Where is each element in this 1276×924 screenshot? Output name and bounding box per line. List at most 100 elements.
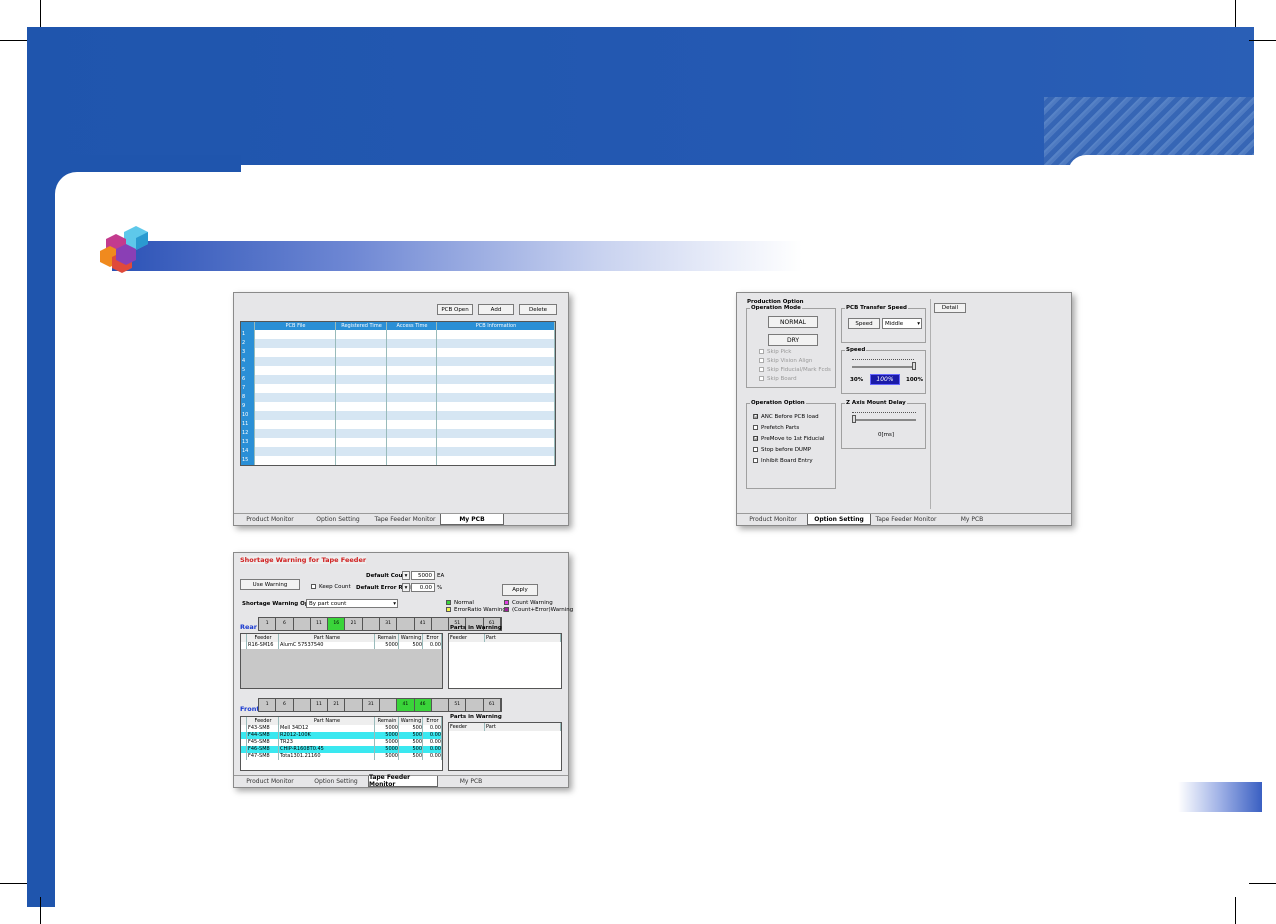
table-row[interactable]: 3 (241, 348, 555, 357)
feeder-slot[interactable]: 21 (345, 618, 363, 630)
column-header[interactable]: PCB Information (437, 322, 555, 330)
table-row[interactable]: 13 (241, 438, 555, 447)
tab-option-setting[interactable]: Option Setting (304, 776, 368, 787)
tab-my-pcb[interactable]: My PCB (440, 776, 502, 787)
table-row[interactable]: F46-SM8 CHIP-R1608T0.45 5000 500 0.00 (241, 746, 442, 753)
table-row[interactable]: 15 (241, 456, 555, 465)
feeder-slot[interactable] (294, 699, 311, 711)
column-header[interactable]: Feeder (247, 717, 279, 725)
column-header[interactable]: Registered Time (336, 322, 387, 330)
use-warning-button[interactable]: Use Warning (240, 579, 300, 590)
feeder-slot[interactable]: 6 (276, 699, 294, 711)
default-error-dropdown[interactable]: ▾ (402, 583, 410, 592)
speed-button[interactable]: Speed (848, 318, 880, 329)
feeder-slot[interactable] (432, 618, 450, 630)
default-error-input[interactable]: 0.00 (411, 583, 435, 592)
delete-button[interactable]: Delete (519, 304, 557, 315)
transfer-speed-select[interactable]: Middle ▾ (882, 318, 922, 329)
detail-button[interactable]: Detail (934, 303, 966, 313)
apply-button[interactable]: Apply (502, 584, 538, 596)
tab-product-monitor[interactable]: Product Monitor (741, 514, 805, 525)
table-row[interactable]: F44-SM8 R2012-100K 5000 500 0.00 (241, 732, 442, 739)
feeder-slot[interactable] (345, 699, 363, 711)
speed-slider-thumb[interactable] (912, 362, 916, 370)
feeder-slot[interactable]: 41 (397, 699, 415, 711)
column-header[interactable]: Error (423, 634, 442, 642)
feeder-slot[interactable] (432, 699, 450, 711)
feeder-slot[interactable]: 61 (484, 699, 501, 711)
table-row[interactable]: 6 (241, 375, 555, 384)
tab-tape-feeder-monitor[interactable]: Tape Feeder Monitor (372, 514, 438, 525)
skip-vision-align-checkbox[interactable]: Skip Vision Align (759, 358, 812, 364)
skip-fiducial-checkbox[interactable]: Skip Fiducial/Mark Fcds (759, 367, 831, 373)
feeder-slot[interactable]: 11 (311, 699, 329, 711)
warning-option-select[interactable]: By part count ▾ (306, 599, 398, 608)
premove-fiducial-checkbox[interactable]: ☑ PreMove to 1st Fiducial (753, 436, 825, 442)
front-feeder-table[interactable]: Feeder Part Name Remain Warning Error F4… (240, 716, 443, 771)
table-row[interactable]: 10 (241, 411, 555, 420)
column-header[interactable]: Remain (375, 634, 399, 642)
delay-slider-thumb[interactable] (852, 415, 856, 423)
table-row[interactable]: 12 (241, 429, 555, 438)
front-feeder-strip[interactable]: 1 6 11 21 31 41 46 51 61 (258, 698, 502, 712)
tab-tape-feeder-monitor[interactable]: Tape Feeder Monitor (873, 514, 939, 525)
speed-slider-track[interactable] (852, 366, 914, 368)
dry-mode-button[interactable]: DRY (768, 334, 818, 346)
column-header[interactable]: Access Time (387, 322, 437, 330)
anc-before-pcb-load-checkbox[interactable]: ☑ ANC Before PCB load (753, 414, 819, 420)
tab-my-pcb[interactable]: My PCB (440, 514, 504, 525)
feeder-slot[interactable] (397, 618, 415, 630)
front-parts-in-warning[interactable]: Parts in Warning Feeder Part (448, 714, 562, 771)
inhibit-board-entry-checkbox[interactable]: Inhibit Board Entry (753, 458, 813, 464)
feeder-slot[interactable]: 41 (415, 618, 432, 630)
column-header[interactable]: Feeder (247, 634, 279, 642)
column-header[interactable]: Warning (399, 634, 423, 642)
tab-option-setting[interactable]: Option Setting (807, 514, 871, 525)
keep-count-checkbox[interactable]: Keep Count (311, 584, 351, 590)
pcb-open-button[interactable]: PCB Open (437, 304, 473, 315)
default-count-dropdown[interactable]: ▾ (402, 571, 410, 580)
table-row[interactable]: F45-SM8 TR23 5000 500 0.00 (241, 739, 442, 746)
pcb-table[interactable]: PCB File Registered Time Access Time PCB… (240, 321, 556, 466)
table-row[interactable]: 14 (241, 447, 555, 456)
feeder-slot[interactable]: 31 (363, 699, 380, 711)
table-row[interactable]: 8 (241, 393, 555, 402)
skip-pick-checkbox[interactable]: Skip Pick (759, 349, 791, 355)
prefetch-parts-checkbox[interactable]: Prefetch Parts (753, 425, 799, 431)
feeder-slot[interactable]: 21 (328, 699, 346, 711)
tab-product-monitor[interactable]: Product Monitor (238, 776, 302, 787)
column-header[interactable]: Error (423, 717, 442, 725)
column-header[interactable]: Remain (375, 717, 399, 725)
tab-option-setting[interactable]: Option Setting (306, 514, 370, 525)
feeder-slot[interactable]: 1 (259, 618, 277, 630)
tab-my-pcb[interactable]: My PCB (941, 514, 1003, 525)
feeder-slot[interactable] (363, 618, 380, 630)
tab-product-monitor[interactable]: Product Monitor (238, 514, 302, 525)
add-button[interactable]: Add (478, 304, 514, 315)
table-row[interactable]: 5 (241, 366, 555, 375)
feeder-slot[interactable]: 16 (328, 618, 346, 630)
table-row[interactable]: 1 (241, 330, 555, 339)
stop-before-dump-checkbox[interactable]: Stop before DUMP (753, 447, 811, 453)
feeder-slot[interactable]: 1 (259, 699, 277, 711)
feeder-slot[interactable]: 46 (414, 699, 432, 711)
feeder-slot[interactable] (466, 699, 484, 711)
rear-feeder-table[interactable]: Feeder Part Name Remain Warning Error R1… (240, 633, 443, 689)
skip-board-checkbox[interactable]: Skip Board (759, 376, 797, 382)
feeder-slot[interactable]: 31 (380, 618, 398, 630)
table-row[interactable]: 11 (241, 420, 555, 429)
table-row[interactable]: 9 (241, 402, 555, 411)
default-count-input[interactable]: 5000 (411, 571, 435, 580)
table-row[interactable]: 2 (241, 339, 555, 348)
table-row[interactable]: R16-SM16 AlumC 57537540 5000 500 0.00 (241, 642, 442, 649)
feeder-slot[interactable]: 51 (449, 699, 467, 711)
table-row[interactable]: F43-SM8 Mell 34D12 5000 500 0.00 (241, 725, 442, 732)
delay-slider-track[interactable] (852, 419, 916, 421)
normal-mode-button[interactable]: NORMAL (768, 316, 818, 328)
feeder-slot[interactable] (294, 618, 311, 630)
table-row[interactable]: 4 (241, 357, 555, 366)
column-header[interactable]: Part Name (279, 634, 375, 642)
column-header[interactable]: Part Name (279, 717, 375, 725)
rear-parts-in-warning[interactable]: Parts in Warning Feeder Part (448, 625, 562, 689)
table-row[interactable]: 7 (241, 384, 555, 393)
